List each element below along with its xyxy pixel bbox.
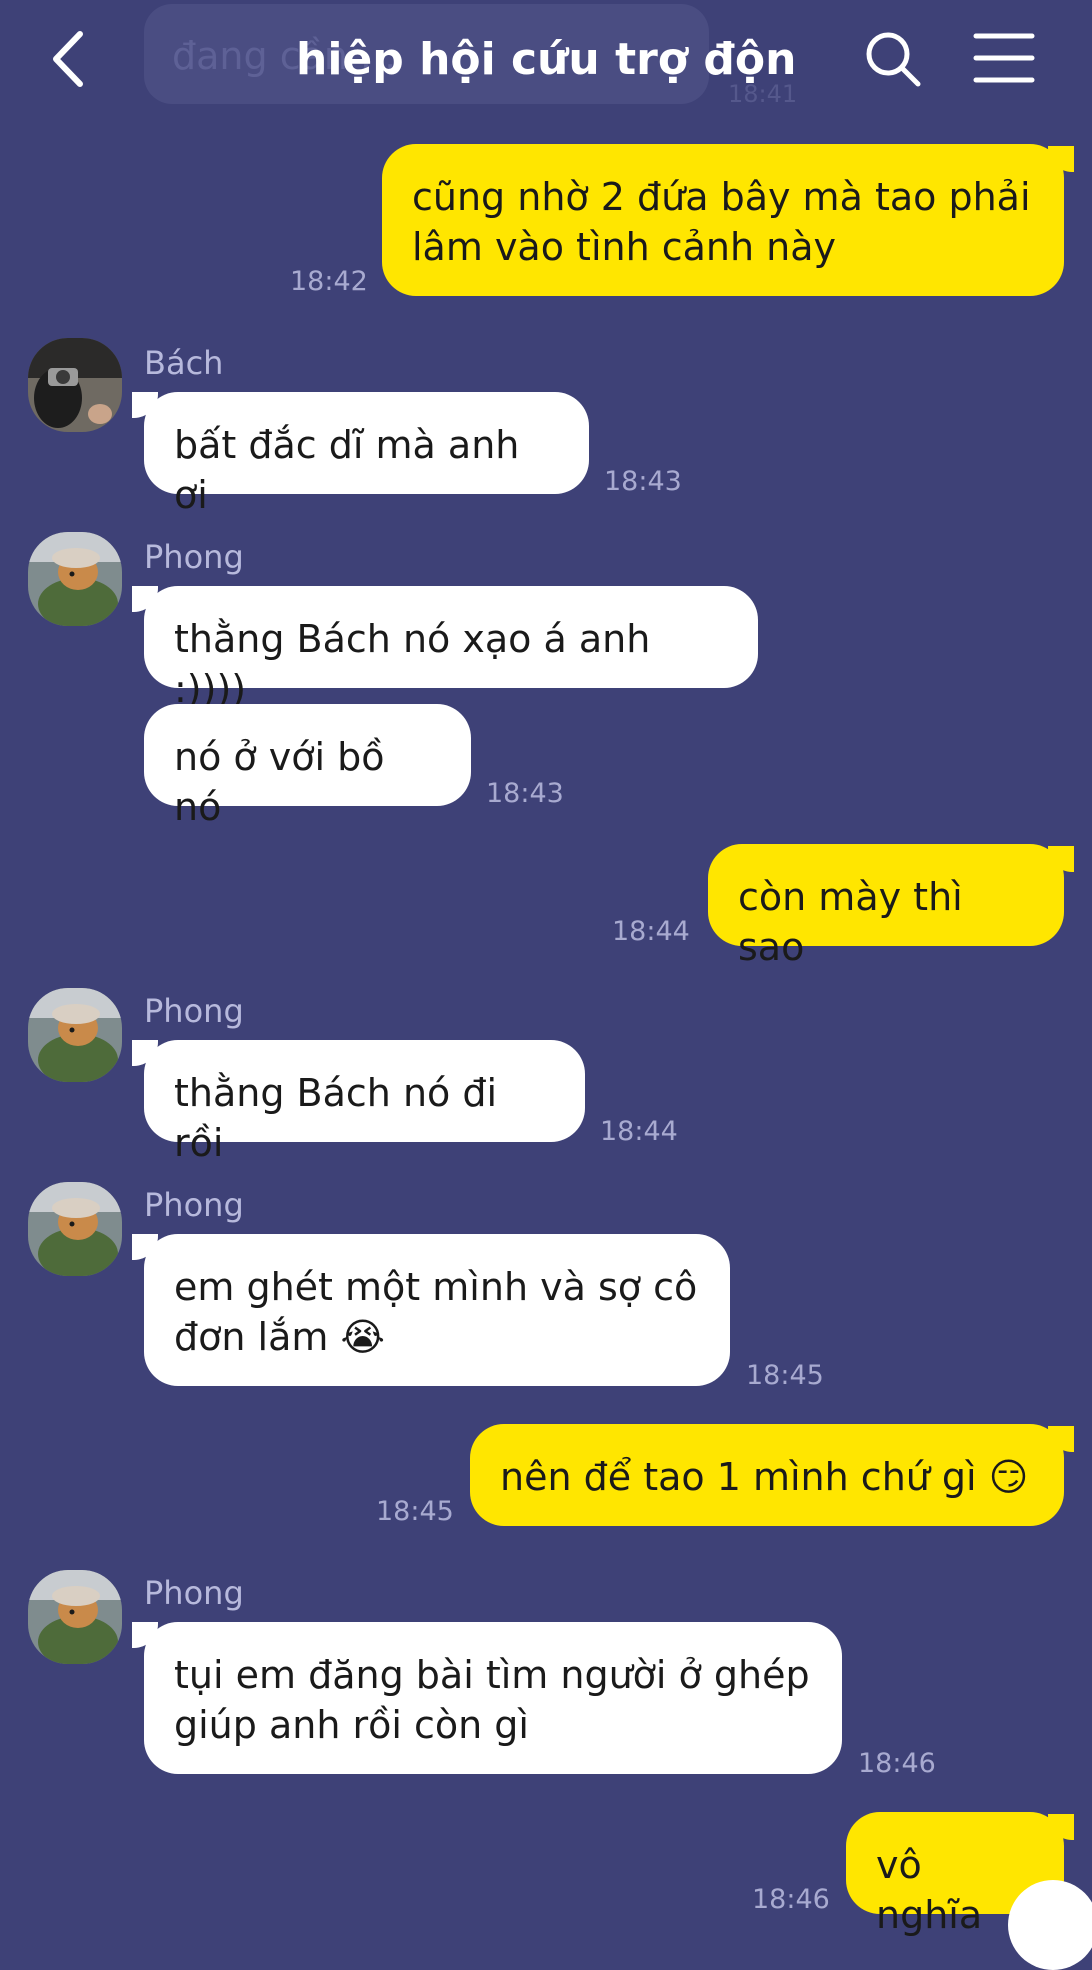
back-button[interactable] bbox=[42, 24, 112, 94]
incoming-message[interactable]: thằng Bách nó đi rồi bbox=[144, 1040, 585, 1165]
message-time: 18:46 bbox=[752, 1884, 830, 1915]
incoming-message[interactable]: em ghét một mình và sợ cô đơn lắm 😭 bbox=[144, 1234, 730, 1386]
incoming-message[interactable]: thằng Bách nó xạo á anh :)))) bbox=[144, 586, 758, 711]
message-time: 18:45 bbox=[746, 1360, 824, 1391]
avatar-phong[interactable] bbox=[28, 988, 122, 1082]
avatar-phong[interactable] bbox=[28, 1570, 122, 1664]
outgoing-message[interactable]: còn mày thì sao bbox=[708, 844, 1064, 969]
sender-name: Phong bbox=[144, 992, 244, 1030]
chat-title[interactable]: hiệp hội cứu trợ động v bbox=[296, 30, 798, 90]
sender-name: Phong bbox=[144, 1574, 244, 1612]
message-time: 18:46 bbox=[858, 1748, 936, 1779]
incoming-message[interactable]: bất đắc dĩ mà anh ơi bbox=[144, 392, 589, 517]
sender-name: Phong bbox=[144, 1186, 244, 1224]
avatar-phong[interactable] bbox=[28, 1182, 122, 1276]
message-time: 18:44 bbox=[600, 1116, 678, 1147]
sender-name: Bách bbox=[144, 344, 224, 382]
message-time: 18:45 bbox=[376, 1496, 454, 1527]
message-time: 18:44 bbox=[612, 916, 690, 947]
sender-name: Phong bbox=[144, 538, 244, 576]
hamburger-menu-icon bbox=[973, 33, 1035, 83]
message-time: 18:43 bbox=[604, 466, 682, 497]
incoming-message[interactable]: tụi em đăng bài tìm người ở ghép giúp an… bbox=[144, 1622, 842, 1774]
incoming-message[interactable]: nó ở với bồ nó bbox=[144, 704, 471, 829]
search-button[interactable] bbox=[862, 28, 924, 90]
message-time: 18:43 bbox=[486, 778, 564, 809]
chevron-left-icon bbox=[53, 31, 83, 87]
avatar-phong[interactable] bbox=[28, 532, 122, 626]
message-time: 18:42 bbox=[290, 266, 368, 297]
menu-button[interactable] bbox=[972, 30, 1036, 86]
avatar-bach[interactable] bbox=[28, 338, 122, 432]
outgoing-message[interactable]: cũng nhờ 2 đứa bây mà tao phải lâm vào t… bbox=[382, 144, 1064, 296]
search-icon bbox=[866, 32, 921, 87]
scroll-down-button[interactable] bbox=[1008, 1880, 1092, 1970]
chat-header: đang cần ... 18:41 hiệp hội cứu trợ động… bbox=[0, 0, 1092, 120]
outgoing-message[interactable]: nên để tao 1 mình chứ gì 😏 bbox=[470, 1424, 1064, 1526]
